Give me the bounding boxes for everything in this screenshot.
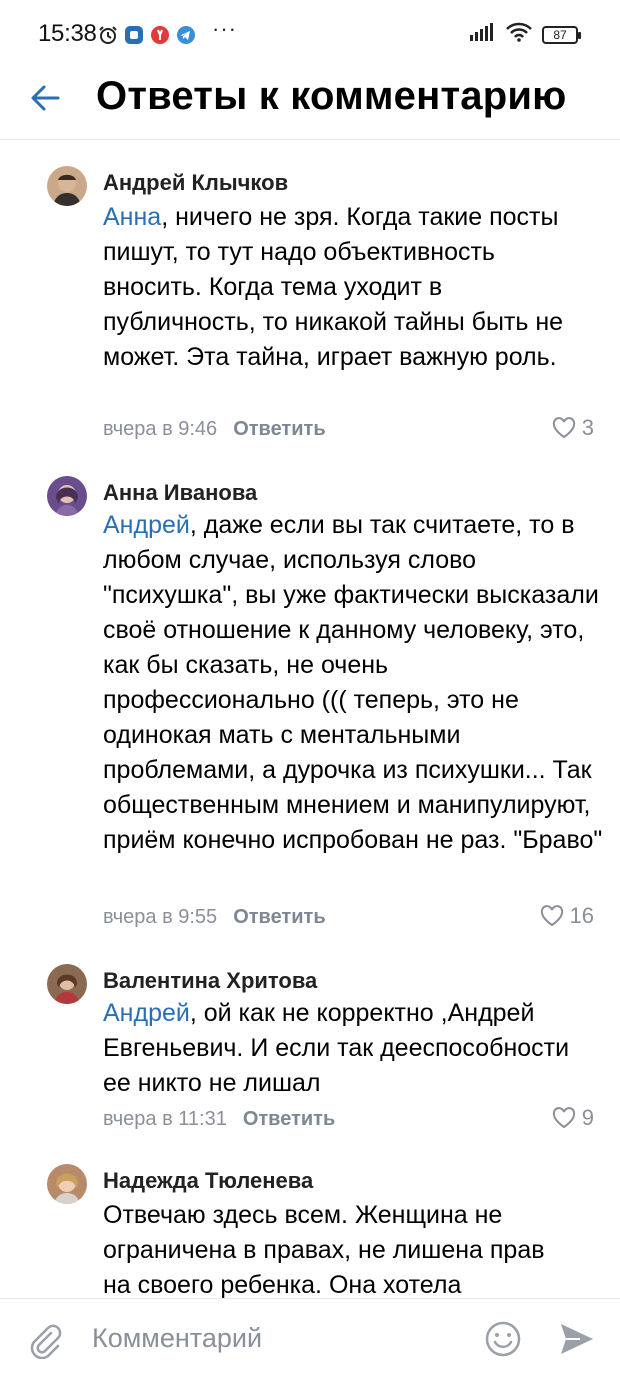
avatar[interactable] — [47, 1164, 87, 1204]
signal-icon — [470, 23, 496, 46]
comment-meta: вчера в 9:55 Ответить — [103, 906, 326, 929]
mention-link[interactable]: Андрей — [103, 511, 190, 539]
avatar[interactable] — [47, 964, 87, 1004]
like-count: 16 — [569, 903, 594, 928]
comment-time: вчера в 11:31 — [103, 1108, 227, 1130]
attach-icon[interactable] — [24, 1319, 64, 1360]
notification-icons: ··· — [98, 16, 237, 48]
comment-body: , ничего не зря. Когда такие посты пишут… — [103, 203, 564, 371]
mention-link[interactable]: Андрей — [103, 999, 190, 1027]
telegram-icon — [176, 25, 196, 45]
comment-author[interactable]: Надежда Тюленева — [103, 1168, 313, 1194]
comment-meta: вчера в 11:31 Ответить — [103, 1108, 335, 1131]
comment-text: Анна, ничего не зря. Когда такие посты п… — [103, 200, 573, 375]
comment-time: вчера в 9:55 — [103, 906, 218, 928]
comment-body: , даже если вы так считаете, то в любом … — [103, 511, 603, 854]
back-arrow-icon[interactable] — [26, 78, 66, 118]
like-button[interactable]: 9 — [552, 1105, 594, 1131]
like-count: 3 — [581, 415, 594, 440]
reply-button[interactable]: Ответить — [243, 1108, 335, 1130]
comment-meta: вчера в 9:46 Ответить — [103, 418, 326, 441]
emoji-icon[interactable] — [483, 1319, 523, 1359]
comment-composer: Комментарий — [0, 1298, 620, 1377]
comment-input[interactable]: Комментарий — [92, 1323, 262, 1354]
comment-author[interactable]: Анна Иванова — [103, 480, 257, 506]
send-icon[interactable] — [558, 1321, 596, 1357]
comment-body: Отвечаю здесь всем. Женщина не ограничен… — [103, 1201, 545, 1298]
page-title: Ответы к комментарию — [96, 74, 567, 118]
comment-author[interactable]: Андрей Клычков — [103, 170, 288, 196]
app-header: Ответы к комментарию — [0, 66, 620, 140]
comment-text: Андрей, даже если вы так считаете, то в … — [103, 508, 603, 858]
status-right: 87 — [470, 22, 581, 47]
like-button[interactable]: 3 — [552, 415, 594, 441]
mention-link[interactable]: Анна — [103, 203, 161, 231]
vk-app-icon — [124, 25, 144, 45]
comment-text: Андрей, ой как не корректно ,Андрей Евге… — [103, 996, 593, 1101]
heart-icon — [552, 417, 575, 439]
more-notifications-icon: ··· — [212, 16, 237, 41]
comment-time: вчера в 9:46 — [103, 418, 218, 440]
avatar[interactable] — [47, 166, 87, 206]
comment-item: Надежда Тюленева Отвечаю здесь всем. Жен… — [0, 1160, 620, 1298]
like-count: 9 — [581, 1105, 594, 1130]
status-time: 15:38 — [38, 20, 97, 47]
alarm-icon — [98, 25, 118, 45]
comment-author[interactable]: Валентина Хритова — [103, 968, 317, 994]
reply-button[interactable]: Ответить — [233, 906, 325, 928]
wifi-icon — [506, 22, 532, 47]
comment-text: Отвечаю здесь всем. Женщина не ограничен… — [103, 1198, 553, 1298]
avatar[interactable] — [47, 476, 87, 516]
reply-button[interactable]: Ответить — [233, 418, 325, 440]
status-bar: 15:38 ··· 87 — [0, 0, 620, 66]
battery-icon: 87 — [542, 25, 581, 44]
like-button[interactable]: 16 — [540, 903, 594, 929]
heart-icon — [552, 1107, 575, 1129]
yandex-app-icon — [150, 25, 170, 45]
heart-icon — [540, 905, 563, 927]
